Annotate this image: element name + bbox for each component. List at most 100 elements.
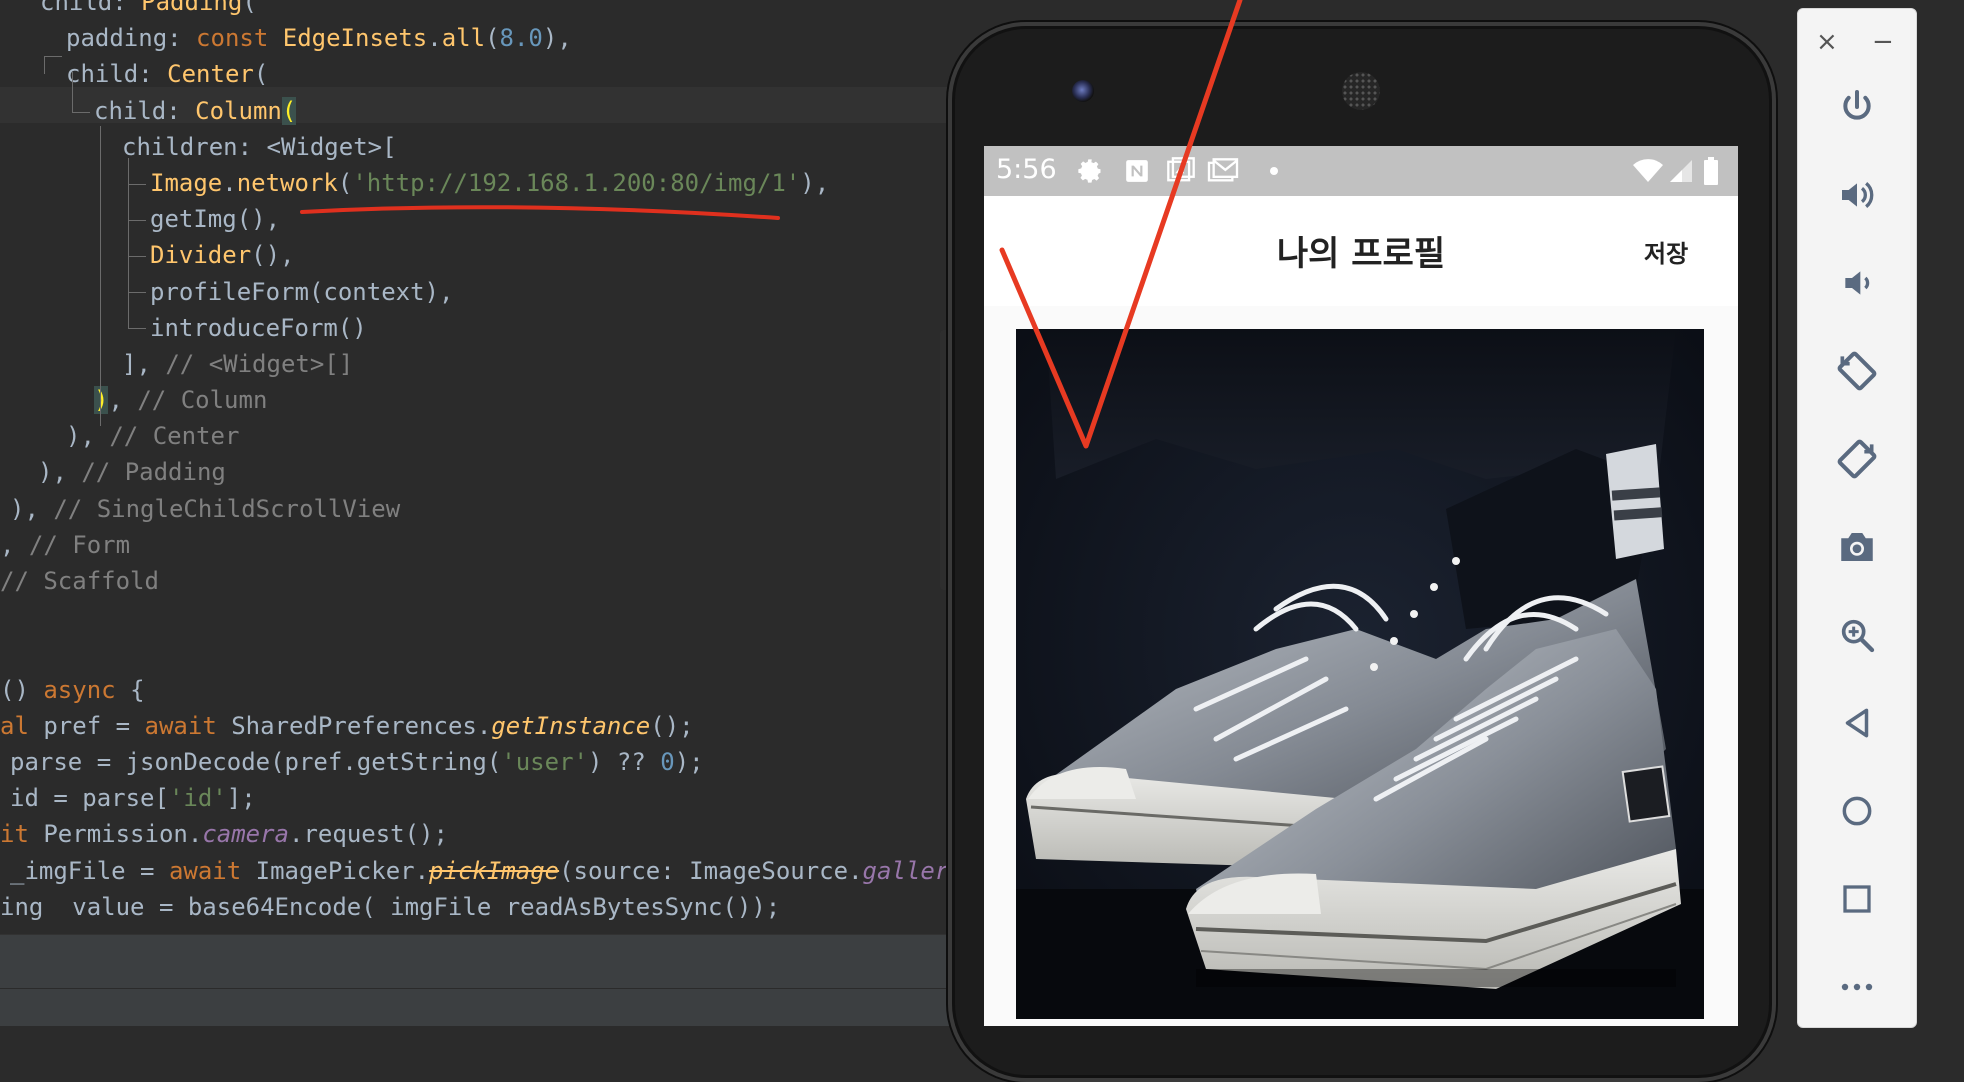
indent-guide	[128, 256, 146, 257]
code-token: pickImage	[429, 856, 560, 885]
code-line[interactable]: Divider(),	[0, 237, 978, 273]
editor-bottom-panel	[0, 934, 1000, 989]
code-line[interactable]: // Scaffold	[0, 563, 978, 599]
code-line[interactable]: ), // Column	[0, 382, 978, 418]
code-line[interactable]: al pref = await SharedPreferences.getIns…	[0, 708, 978, 744]
code-token: ),	[38, 458, 82, 487]
back-icon	[1845, 708, 1869, 738]
code-token: ImagePicker.	[255, 856, 430, 885]
code-token: getInstance	[491, 711, 651, 740]
n-icon	[1124, 155, 1150, 187]
code-token: // Column	[137, 386, 268, 415]
screenshot-button[interactable]	[1798, 517, 1916, 577]
home-button[interactable]	[1798, 781, 1916, 841]
code-token: (	[485, 24, 500, 53]
power-button[interactable]	[1798, 77, 1916, 137]
code-token: ing value = base64Encode( imgFile readAs…	[0, 892, 781, 921]
code-token: ],	[122, 349, 166, 378]
code-line[interactable]: children: <Widget>[	[0, 129, 978, 165]
code-line[interactable]: it Permission.camera.request();	[0, 816, 978, 852]
code-token: (	[253, 60, 269, 89]
code-line[interactable]: , // Form	[0, 527, 978, 563]
code-token: 'id'	[168, 784, 227, 813]
code-token: await	[168, 856, 256, 885]
volume-down-icon	[1845, 271, 1870, 295]
rotate-left-icon	[1837, 351, 1877, 391]
code-line[interactable]: getImg(),	[0, 201, 978, 237]
code-token: (	[337, 168, 353, 197]
close-button[interactable]: ×	[1816, 27, 1838, 57]
code-line[interactable]: child: Padding(	[0, 0, 978, 20]
code-token: async	[43, 675, 131, 704]
code-token: network	[236, 168, 338, 197]
code-token: pref =	[43, 711, 145, 740]
emulator-toolbar: × −	[1797, 8, 1917, 1028]
save-button[interactable]: 저장	[1644, 234, 1688, 269]
code-token: (),	[251, 241, 295, 270]
overview-button[interactable]	[1798, 869, 1916, 929]
code-token: 'user'	[501, 747, 588, 776]
code-token: ) ??	[587, 747, 661, 776]
volume-down-button[interactable]	[1798, 253, 1916, 313]
rotate-right-button[interactable]	[1798, 429, 1916, 489]
indent-guide	[100, 126, 101, 426]
code-token: Padding	[141, 0, 243, 16]
code-line[interactable]: child: Column(	[0, 93, 978, 129]
code-line[interactable]: ing value = base64Encode( imgFile readAs…	[0, 889, 978, 925]
code-token: ),	[800, 168, 830, 197]
code-token: .	[222, 168, 237, 197]
code-line[interactable]	[0, 599, 978, 635]
code-line[interactable]: introduceForm()	[0, 310, 978, 346]
front-camera	[1072, 80, 1094, 102]
code-line[interactable]: ), // SingleChildScrollView	[0, 491, 978, 527]
code-token: 0	[660, 747, 675, 776]
code-line[interactable]: profileForm(context),	[0, 274, 978, 310]
zoom-button[interactable]	[1798, 605, 1916, 665]
device-screen[interactable]: 5:56 나의 프로필 저장	[984, 146, 1738, 1026]
minimize-button[interactable]: −	[1872, 27, 1894, 57]
more-icon	[1841, 983, 1873, 991]
image-icon	[1166, 155, 1196, 187]
code-token: child:	[40, 0, 142, 16]
code-token: parse = jsonDecode(pref.getString(	[10, 747, 502, 776]
rotate-left-button[interactable]	[1798, 341, 1916, 401]
editor-status-bar	[0, 988, 1000, 1026]
code-token: id = parse[	[10, 784, 169, 813]
code-token: introduceForm()	[150, 313, 367, 342]
more-button[interactable]	[1798, 957, 1916, 1017]
home-icon	[1842, 796, 1872, 826]
code-token: ,	[108, 386, 138, 415]
code-text[interactable]: child: Padding(padding: const EdgeInsets…	[0, 0, 978, 925]
code-line[interactable]: id = parse['id'];	[0, 780, 978, 816]
power-icon	[1843, 90, 1871, 120]
code-token: 8.0	[499, 24, 543, 53]
code-line[interactable]: padding: const EdgeInsets.all(8.0),	[0, 20, 978, 56]
indent-guide	[72, 72, 73, 112]
code-token: camera	[202, 820, 290, 849]
code-token: (	[281, 96, 297, 125]
code-line[interactable]: parse = jsonDecode(pref.getString('user'…	[0, 744, 978, 780]
code-line[interactable]: () async {	[0, 672, 978, 708]
code-line[interactable]: Image.network('http://192.168.1.200:80/i…	[0, 165, 978, 201]
code-token: await	[144, 711, 232, 740]
code-editor[interactable]: child: Padding(padding: const EdgeInsets…	[0, 0, 1000, 1026]
profile-image[interactable]	[1016, 329, 1704, 1019]
code-line[interactable]: ], // <Widget>[]	[0, 346, 978, 382]
back-button[interactable]	[1798, 693, 1916, 753]
code-line[interactable]: child: Center(	[0, 56, 978, 92]
code-token: Divider	[150, 241, 252, 270]
code-token: .request();	[289, 820, 448, 849]
code-line[interactable]: _imgFile = await ImagePicker.pickImage(s…	[0, 853, 978, 889]
code-token: );	[674, 747, 704, 776]
code-token: ];	[226, 784, 256, 813]
dot-icon	[1268, 155, 1280, 187]
code-token: _imgFile =	[10, 856, 169, 885]
code-line[interactable]	[0, 635, 978, 671]
indent-guide	[128, 184, 146, 185]
volume-up-button[interactable]	[1798, 165, 1916, 225]
earpiece-speaker	[1342, 72, 1380, 110]
signal-icon	[1668, 155, 1694, 187]
code-line[interactable]: ), // Padding	[0, 454, 978, 490]
gear-icon	[1076, 155, 1104, 187]
code-line[interactable]: ), // Center	[0, 418, 978, 454]
